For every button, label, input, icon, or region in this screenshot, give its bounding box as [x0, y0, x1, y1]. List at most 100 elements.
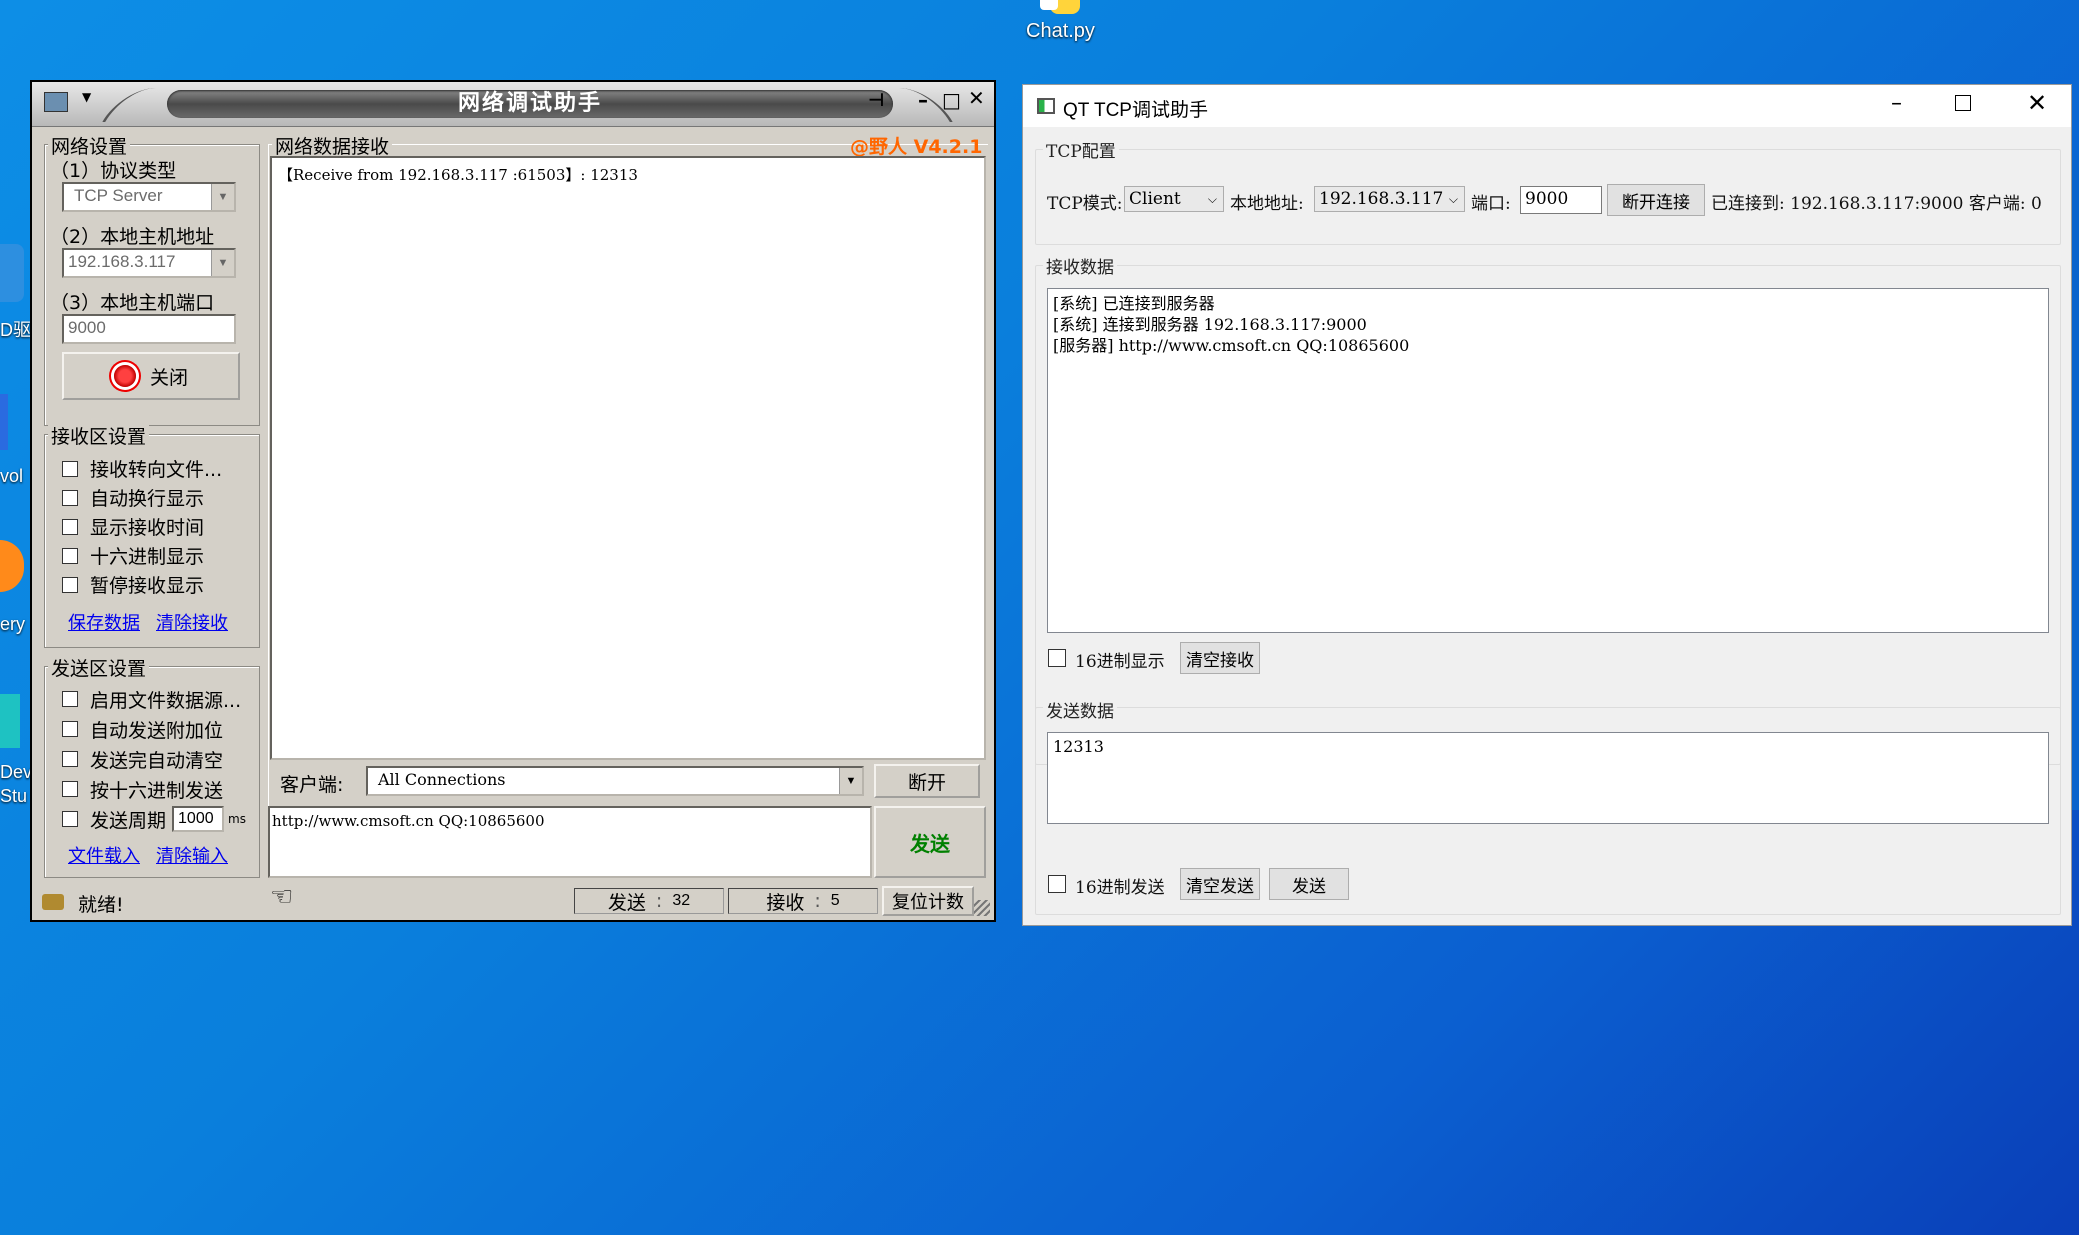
- edge-label-5: Stu: [0, 786, 28, 806]
- checkbox[interactable]: [62, 691, 78, 707]
- pin-icon[interactable]: ⊣: [868, 90, 884, 111]
- version-badge: @野人 V4.2.1: [850, 136, 983, 158]
- checkbox[interactable]: [62, 811, 78, 827]
- orange-app-icon[interactable]: [0, 540, 24, 592]
- network-settings-title: 网络设置: [48, 132, 131, 159]
- app-menu-dropdown-icon[interactable]: ▼: [82, 90, 91, 104]
- receive-textarea[interactable]: 【Receive from 192.168.3.117 :61503】: 123…: [270, 156, 986, 760]
- clear-receive-link[interactable]: 清除接收: [156, 609, 228, 635]
- send-option[interactable]: 发送周期 1000 ms: [62, 804, 246, 834]
- close-connection-button[interactable]: 关闭: [62, 352, 240, 400]
- receive-option[interactable]: 自动换行显示: [62, 483, 222, 512]
- period-input[interactable]: 1000: [172, 806, 225, 832]
- disconnect-button[interactable]: 断开: [874, 764, 980, 798]
- minimize-icon[interactable]: –: [1891, 91, 1902, 116]
- checkbox[interactable]: [62, 781, 78, 797]
- checkbox[interactable]: [62, 489, 78, 506]
- checkbox[interactable]: [62, 460, 78, 477]
- python-file-icon[interactable]: [1040, 0, 1092, 20]
- receive-options: 接收转向文件... 自动换行显示 显示接收时间 十六进制显示 暂停接收显示: [62, 454, 222, 599]
- chevron-down-icon[interactable]: ⌵: [1208, 187, 1217, 211]
- hex-display-checkbox[interactable]: [1048, 649, 1066, 667]
- chevron-down-icon[interactable]: ▼: [211, 184, 234, 210]
- protocol-value: TCP Server: [74, 186, 163, 205]
- protocol-select[interactable]: TCP Server ▼: [62, 182, 236, 212]
- checkbox[interactable]: [62, 547, 78, 564]
- desktop-icon-label[interactable]: Chat.py: [1026, 20, 1095, 43]
- status-text: 就绪!: [78, 894, 124, 916]
- qt-titlebar[interactable]: QT TCP调试助手 – ✕: [1023, 85, 2071, 127]
- checkbox[interactable]: [62, 751, 78, 767]
- vs-icon[interactable]: [0, 394, 22, 450]
- host-select[interactable]: 192.168.3.117 ▼: [62, 248, 236, 278]
- qt-app-icon: [1037, 98, 1055, 114]
- receive-line: [系统] 已连接到服务器: [1053, 294, 1215, 313]
- checkbox[interactable]: [62, 518, 78, 535]
- port-input[interactable]: 9000: [1520, 186, 1602, 214]
- period-unit: ms: [228, 812, 246, 826]
- receive-option[interactable]: 十六进制显示: [62, 541, 222, 570]
- clear-input-link[interactable]: 清除输入: [156, 842, 228, 868]
- maximize-icon[interactable]: □: [942, 88, 961, 112]
- app-menu-icon[interactable]: [44, 92, 68, 112]
- receive-option[interactable]: 接收转向文件...: [62, 454, 222, 483]
- maximize-icon[interactable]: [1955, 95, 1971, 111]
- send-option[interactable]: 自动发送附加位: [62, 714, 246, 744]
- send-content: 12313: [1053, 737, 1104, 756]
- close-icon[interactable]: ✕: [968, 86, 985, 110]
- option-label: 暂停接收显示: [90, 575, 205, 597]
- receive-settings-title: 接收区设置: [48, 422, 150, 449]
- mode-label: TCP模式:: [1047, 194, 1123, 214]
- client-label: 客户端:: [280, 774, 344, 796]
- send-option[interactable]: 启用文件数据源...: [62, 684, 246, 714]
- client-select[interactable]: All Connections ▼: [366, 766, 864, 796]
- minimize-icon[interactable]: –: [918, 88, 928, 112]
- tcp-config-title: TCP配置: [1043, 137, 1119, 162]
- send-option[interactable]: 发送完自动清空: [62, 744, 246, 774]
- save-data-link[interactable]: 保存数据: [68, 609, 140, 635]
- receive-data-title: 网络数据接收: [272, 132, 393, 159]
- port-input[interactable]: 9000: [62, 314, 236, 344]
- netassist-titlebar[interactable]: ▼ 网络调试助手 ⊣ – □ ✕: [32, 82, 994, 127]
- chevron-down-icon[interactable]: ▼: [839, 768, 862, 794]
- send-button[interactable]: 发送: [1269, 868, 1349, 900]
- clear-receive-button[interactable]: 清空接收: [1180, 642, 1260, 674]
- option-label: 启用文件数据源...: [90, 689, 242, 712]
- addr-value: 192.168.3.117: [1319, 189, 1444, 209]
- right-edge-strip: [2072, 160, 2079, 810]
- receive-option[interactable]: 暂停接收显示: [62, 570, 222, 599]
- recv-count-panel: 接收 : 5: [728, 888, 878, 914]
- receive-textarea[interactable]: [系统] 已连接到服务器 [系统] 连接到服务器 192.168.3.117:9…: [1047, 288, 2049, 633]
- clear-send-button[interactable]: 清空发送: [1180, 868, 1260, 900]
- close-icon[interactable]: ✕: [2027, 89, 2047, 117]
- receive-content: 【Receive from 192.168.3.117 :61503】: 123…: [278, 166, 638, 184]
- edge-app-icon[interactable]: [0, 244, 24, 302]
- file-load-link[interactable]: 文件载入: [68, 842, 140, 868]
- option-label: 显示接收时间: [90, 517, 205, 539]
- mode-value: Client: [1129, 189, 1181, 209]
- reset-count-button[interactable]: 复位计数: [882, 886, 974, 916]
- qt-tcp-window: QT TCP调试助手 – ✕ TCP配置 TCP模式: Client ⌵ 本地地…: [1022, 84, 2072, 926]
- disconnect-label: 断开: [907, 771, 946, 794]
- addr-select[interactable]: 192.168.3.117 ⌵: [1314, 186, 1465, 212]
- studio-icon[interactable]: [0, 694, 20, 748]
- connection-status: 已连接到: 192.168.3.117:9000 客户端: 0: [1711, 194, 2042, 214]
- hex-send-checkbox[interactable]: [1048, 875, 1066, 893]
- chevron-down-icon[interactable]: ⌵: [1449, 187, 1458, 211]
- checkbox[interactable]: [62, 576, 78, 593]
- send-textarea[interactable]: http://www.cmsoft.cn QQ:10865600: [268, 806, 872, 878]
- send-option[interactable]: 按十六进制发送: [62, 774, 246, 804]
- receive-option[interactable]: 显示接收时间: [62, 512, 222, 541]
- chevron-down-icon[interactable]: ▼: [211, 250, 234, 276]
- send-button[interactable]: 发送: [874, 806, 986, 878]
- edge-label-2: vol: [0, 466, 24, 486]
- resize-grip-icon[interactable]: [974, 900, 990, 916]
- clear-send-label: 清空发送: [1186, 876, 1254, 897]
- hex-display-label: 16进制显示: [1075, 652, 1165, 672]
- send-textarea[interactable]: 12313: [1047, 732, 2049, 824]
- protocol-label: （1）协议类型: [50, 160, 177, 182]
- send-count-label: 发送: [607, 891, 646, 914]
- disconnect-connection-button[interactable]: 断开连接: [1607, 184, 1705, 216]
- mode-select[interactable]: Client ⌵: [1124, 186, 1224, 212]
- checkbox[interactable]: [62, 721, 78, 737]
